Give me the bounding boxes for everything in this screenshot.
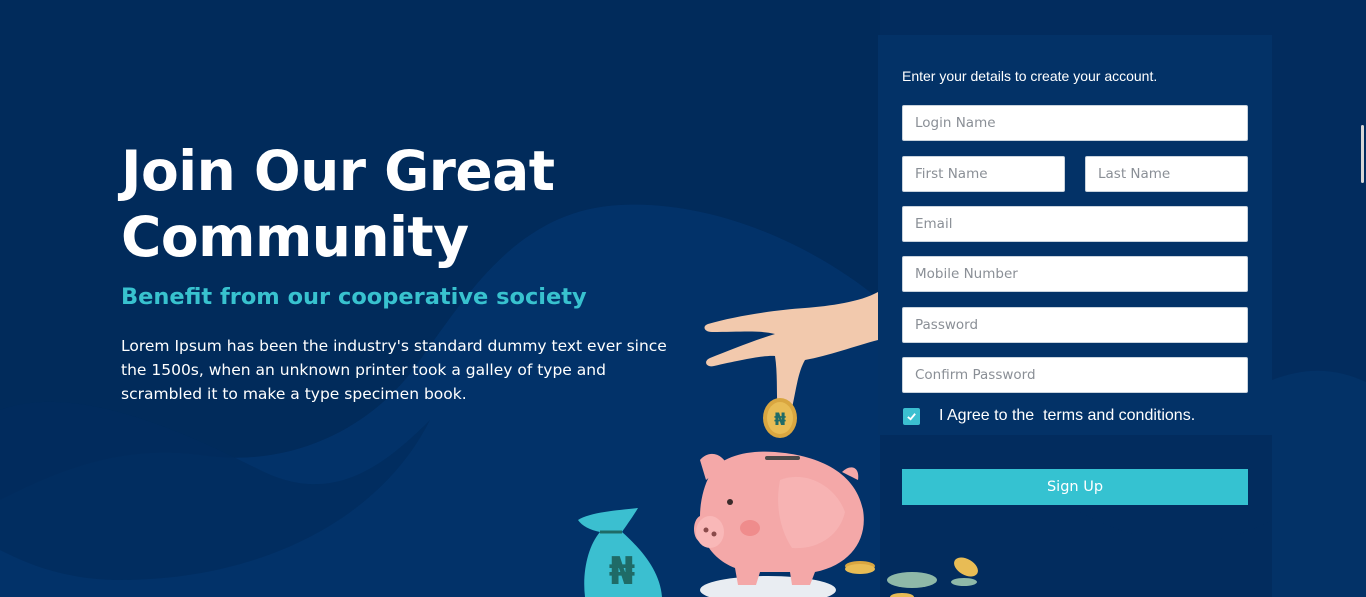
svg-text:₦: ₦ — [774, 410, 786, 430]
scrollbar-thumb[interactable] — [1361, 125, 1364, 183]
hand-icon — [704, 292, 878, 417]
money-bag-icon: ₦ — [578, 508, 662, 597]
password-input[interactable] — [902, 307, 1248, 343]
coins-icon — [845, 557, 978, 597]
terms-checkbox[interactable] — [903, 407, 920, 425]
checkmark-icon — [907, 412, 916, 421]
email-input[interactable] — [902, 206, 1248, 242]
mobile-number-input[interactable] — [902, 256, 1248, 292]
last-name-input[interactable] — [1085, 156, 1248, 192]
terms-agreement-row: I Agree to the terms and conditions. — [903, 407, 1195, 425]
piggy-bank-icon — [694, 451, 864, 585]
first-name-input[interactable] — [902, 156, 1065, 192]
terms-agreement-label[interactable]: I Agree to the terms and conditions. — [939, 407, 1195, 425]
form-intro-text: Enter your details to create your accoun… — [902, 68, 1158, 84]
login-name-input[interactable] — [902, 105, 1248, 141]
hero-title: Join Our Great Community — [121, 139, 555, 269]
svg-text:₦: ₦ — [609, 549, 635, 593]
confirm-password-input[interactable] — [902, 357, 1248, 393]
sign-up-button[interactable]: Sign Up — [902, 469, 1248, 505]
coin-icon: ₦ — [763, 398, 797, 438]
